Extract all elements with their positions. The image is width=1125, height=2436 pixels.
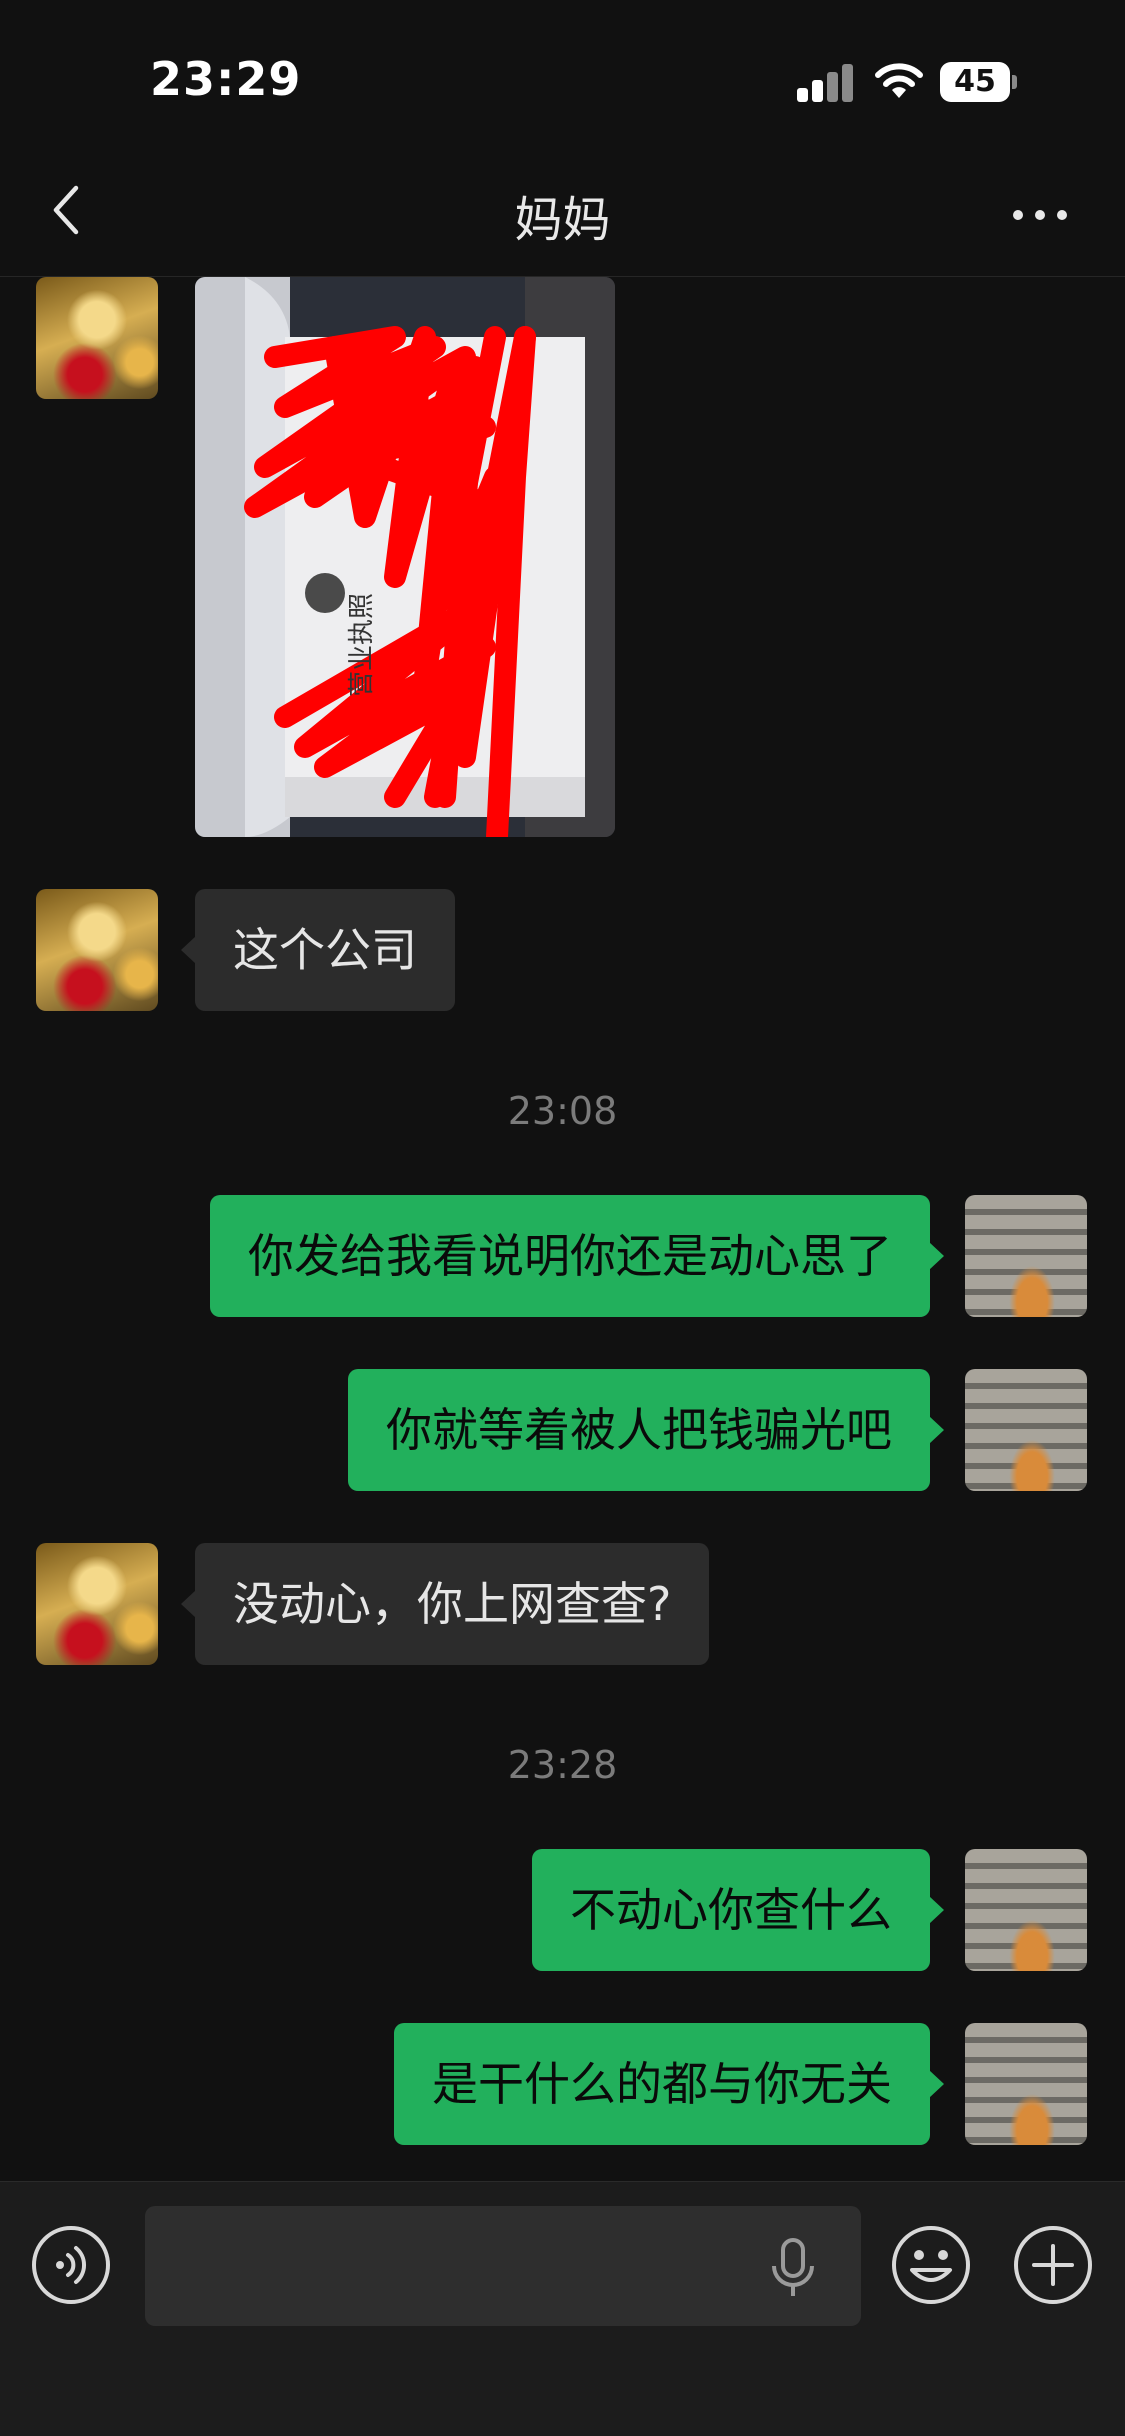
message-list[interactable]: 营业执照 这个公司 23:08 你发给我看说明你还是动心思了 你就等着被人把钱骗… [0,277,1125,2181]
contact-avatar[interactable] [36,889,158,1011]
outgoing-message[interactable]: 你发给我看说明你还是动心思了 [210,1195,944,1317]
license-caption: 营业执照 [347,593,377,697]
emoji-icon[interactable] [890,2224,972,2306]
contact-avatar[interactable] [36,277,158,399]
timestamp: 23:08 [507,1089,618,1133]
chat-screen: 23:29 45 妈妈 营业执照 这个公司 23:08 你发给我看说明你还是动心… [0,0,1125,2436]
status-time: 23:29 [150,52,302,106]
chat-header: 妈妈 [0,160,1125,277]
cellular-signal-icon [797,62,855,102]
battery-level: 45 [940,62,1010,102]
outgoing-message[interactable]: 你就等着被人把钱骗光吧 [348,1369,944,1491]
incoming-message[interactable]: 没动心，你上网查查? [180,1543,710,1665]
outgoing-message[interactable]: 是干什么的都与你无关 [394,2023,944,2145]
my-avatar[interactable] [965,1849,1087,1971]
chat-title: 妈妈 [514,192,611,248]
my-avatar[interactable] [965,1195,1087,1317]
business-license-photo: 营业执照 [195,277,615,837]
incoming-message[interactable]: 这个公司 [181,889,455,1011]
my-avatar[interactable] [965,2023,1087,2145]
wifi-icon [875,63,923,98]
microphone-icon[interactable] [768,2238,818,2300]
input-bar [0,2181,1125,2436]
voice-icon[interactable] [30,2224,112,2306]
status-bar: 23:29 45 [0,0,1125,160]
my-avatar[interactable] [965,1369,1087,1491]
contact-avatar[interactable] [36,1543,158,1665]
image-message[interactable]: 营业执照 [195,277,615,837]
plus-icon[interactable] [1012,2224,1094,2306]
battery-icon: 45 [940,62,1018,102]
more-dots-icon[interactable] [1010,200,1070,230]
timestamp: 23:28 [507,1743,618,1787]
message-input[interactable] [145,2206,861,2326]
outgoing-message[interactable]: 不动心你查什么 [532,1849,944,1971]
